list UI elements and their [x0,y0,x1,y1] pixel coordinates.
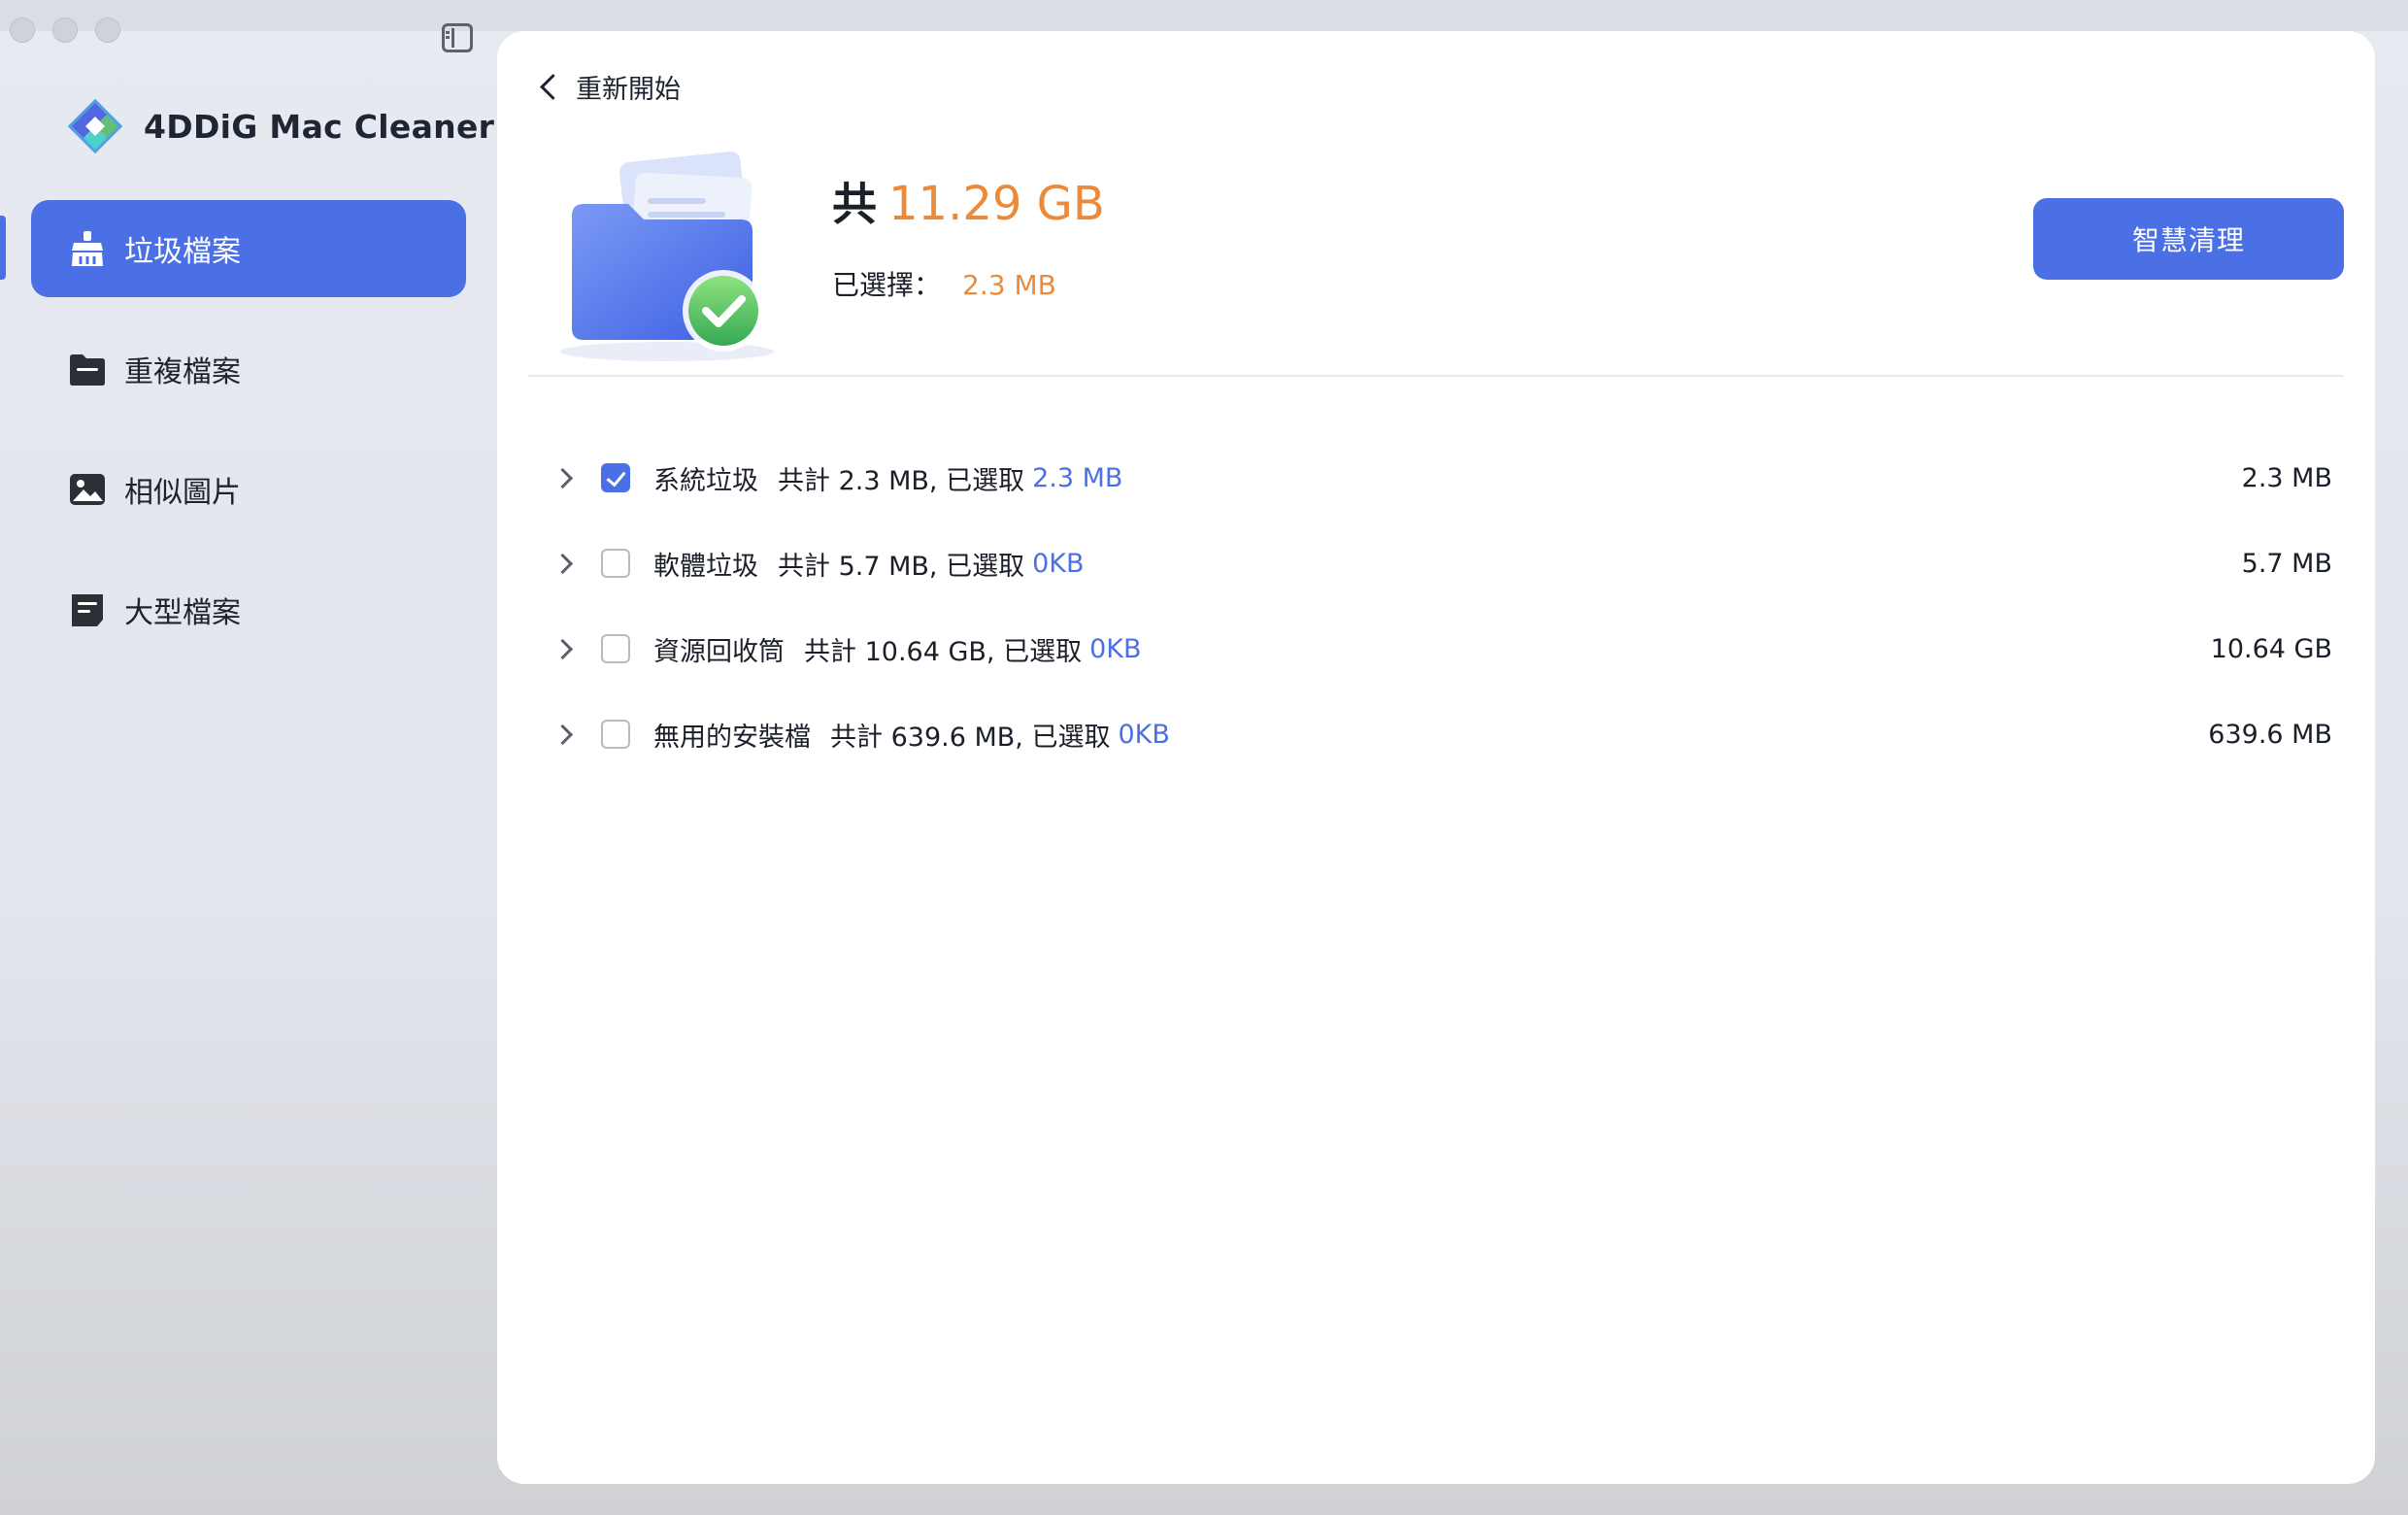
selected-size-value: 2.3 MB [962,269,1056,301]
category-selected-size: 2.3 MB [1032,462,1123,493]
category-checkbox[interactable] [601,549,630,578]
app-name: 4DDiG Mac Cleaner [144,107,495,146]
list-item: 資源回收筒 共計 10.64 GB, 已選取 0KB 10.64 GB [552,606,2332,691]
brand: 4DDiG Mac Cleaner [68,99,494,153]
restart-link[interactable]: 重新開始 [536,68,681,106]
total-size-line: 共 11.29 GB [832,169,1105,233]
category-info: 共計 639.6 MB, 已選取 [830,722,1111,753]
sidebar-nav: 垃圾檔案 重複檔案 相似圖片 大型檔案 [31,200,466,682]
category-info: 共計 2.3 MB, 已選取 [778,465,1025,496]
sidebar-item-similar-images[interactable]: 相似圖片 [31,441,466,538]
divider [528,375,2344,377]
category-size: 2.3 MB [2241,462,2332,493]
total-size-value: 11.29 GB [888,177,1105,231]
chevron-right-icon[interactable] [552,467,574,488]
selected-label: 已選擇： [832,269,942,301]
close-window-button[interactable] [10,17,35,43]
folder-check-illustration [560,151,774,361]
sidebar-item-large-files[interactable]: 大型檔案 [31,561,466,658]
category-name: 無用的安裝檔 [653,722,811,753]
selected-size-line: 已選擇： 2.3 MB [832,264,1105,303]
main-panel: 重新開始 共 11.29 GB 已選擇： 2.3 MB 智慧清理 系統垃圾 共計… [497,31,2375,1484]
category-size: 10.64 GB [2210,633,2332,664]
category-info: 共計 10.64 GB, 已選取 [804,636,1083,667]
restart-label: 重新開始 [576,75,681,105]
window-titlebar [0,0,2408,31]
chevron-right-icon[interactable] [552,724,574,745]
chevron-right-icon[interactable] [552,638,574,659]
active-nav-marker [0,216,6,280]
category-size: 639.6 MB [2208,719,2332,750]
window-controls [10,17,120,43]
scan-summary: 共 11.29 GB 已選擇： 2.3 MB [832,169,1105,303]
category-info: 共計 5.7 MB, 已選取 [778,551,1025,582]
app-logo-icon [68,99,122,153]
chevron-left-icon [540,74,566,100]
chevron-right-icon[interactable] [552,553,574,574]
sidebar-item-junk-files[interactable]: 垃圾檔案 [31,200,466,297]
category-selected-size: 0KB [1089,633,1142,664]
category-selected-size: 0KB [1032,548,1085,579]
sidebar-item-label: 垃圾檔案 [124,235,241,269]
list-item: 無用的安裝檔 共計 639.6 MB, 已選取 0KB 639.6 MB [552,691,2332,777]
category-name: 軟體垃圾 [653,551,758,582]
category-checkbox[interactable] [601,634,630,663]
smart-clean-button[interactable]: 智慧清理 [2033,198,2344,280]
category-name: 系統垃圾 [653,465,758,496]
list-item: 軟體垃圾 共計 5.7 MB, 已選取 0KB 5.7 MB [552,521,2332,606]
category-checkbox[interactable] [601,463,630,492]
zoom-window-button[interactable] [95,17,120,43]
list-item: 系統垃圾 共計 2.3 MB, 已選取 2.3 MB 2.3 MB [552,435,2332,521]
sidebar-item-label: 相似圖片 [124,476,241,510]
image-icon [70,474,105,505]
category-checkbox[interactable] [601,720,630,749]
category-selected-size: 0KB [1118,719,1170,750]
category-list: 系統垃圾 共計 2.3 MB, 已選取 2.3 MB 2.3 MB 軟體垃圾 共… [552,435,2332,777]
large-file-icon [72,594,103,626]
total-prefix: 共 [832,178,877,230]
sidebar-item-label: 大型檔案 [124,596,241,630]
folder-icon [70,354,105,386]
category-size: 5.7 MB [2241,548,2332,579]
minimize-window-button[interactable] [52,17,78,43]
category-name: 資源回收筒 [653,636,785,667]
sidebar-item-duplicate-files[interactable]: 重複檔案 [31,320,466,418]
sidebar-toggle-icon[interactable] [442,23,473,52]
sidebar-item-label: 重複檔案 [124,355,241,389]
broom-icon [72,231,103,266]
